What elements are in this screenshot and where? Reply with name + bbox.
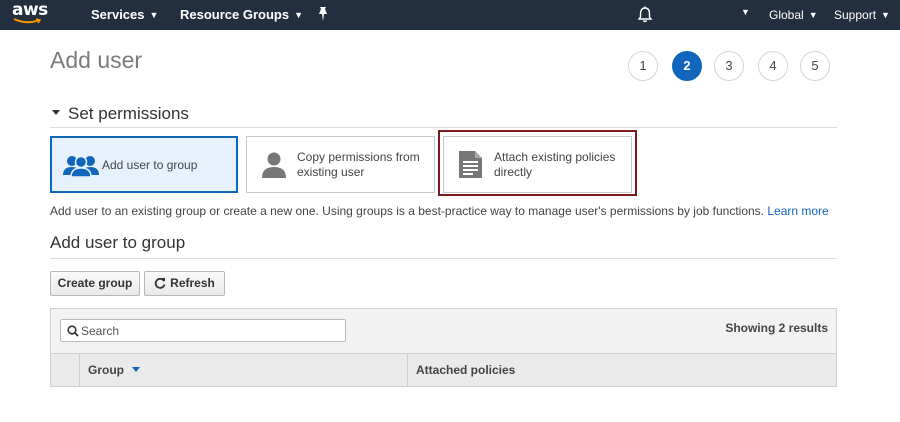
attached-policies-label: Attached policies xyxy=(416,363,516,377)
step-2[interactable]: 2 xyxy=(672,51,702,81)
aws-smile-icon xyxy=(13,18,42,24)
step-5[interactable]: 5 xyxy=(800,51,830,81)
step-3[interactable]: 3 xyxy=(714,51,744,81)
description-text: Add user to an existing group or create … xyxy=(50,204,764,218)
divider xyxy=(50,258,837,259)
permissions-description: Add user to an existing group or create … xyxy=(50,204,829,218)
table-toolbar: Showing 2 results xyxy=(51,309,836,354)
attached-policies-column-header[interactable]: Attached policies xyxy=(416,363,515,377)
chevron-down-icon: ▼ xyxy=(808,10,818,20)
group-column-header[interactable]: Group xyxy=(88,363,140,377)
refresh-icon xyxy=(154,277,166,289)
support-menu[interactable]: Support ▼ xyxy=(834,8,890,24)
chevron-down-icon: ▼ xyxy=(881,10,890,20)
option-add-user-to-group[interactable]: Add user to group xyxy=(50,136,238,193)
aws-logo[interactable]: aws xyxy=(12,1,48,19)
refresh-button[interactable]: Refresh xyxy=(144,271,225,296)
option-label: Copy permissions from existing user xyxy=(297,150,420,179)
chevron-down-icon: ▼ xyxy=(149,10,159,20)
refresh-label: Refresh xyxy=(170,276,215,290)
resource-groups-menu[interactable]: Resource Groups ▼ xyxy=(180,7,303,24)
top-nav: aws Services ▼ Resource Groups ▼ ▼ Global ▼… xyxy=(0,0,900,30)
learn-more-link[interactable]: Learn more xyxy=(767,204,828,218)
option-label: Add user to group xyxy=(102,158,198,172)
bell-icon[interactable] xyxy=(637,6,653,23)
pin-icon[interactable] xyxy=(316,6,330,22)
column-separator xyxy=(407,354,408,386)
services-menu[interactable]: Services ▼ xyxy=(91,7,158,24)
region-label: Global xyxy=(769,8,804,22)
support-label: Support xyxy=(834,8,877,22)
chevron-down-icon: ▼ xyxy=(294,10,304,20)
sort-down-icon xyxy=(132,367,140,373)
select-column-header xyxy=(51,354,80,386)
table-header: Group Attached policies xyxy=(51,354,836,386)
add-user-to-group-heading: Add user to group xyxy=(50,233,186,252)
option-copy-permissions[interactable]: Copy permissions from existing user xyxy=(246,136,435,193)
create-group-button[interactable]: Create group xyxy=(50,271,140,296)
group-icon xyxy=(63,155,99,177)
region-menu[interactable]: Global ▼ xyxy=(769,8,818,24)
highlight-frame xyxy=(438,130,637,196)
user-icon xyxy=(262,152,286,178)
set-permissions-toggle[interactable]: Set permissions xyxy=(52,104,189,124)
search-icon xyxy=(67,325,79,337)
step-1[interactable]: 1 xyxy=(628,51,658,81)
divider xyxy=(50,127,837,128)
results-count: Showing 2 results xyxy=(725,321,828,335)
group-column-label: Group xyxy=(88,363,124,377)
search-box[interactable] xyxy=(60,319,346,342)
create-group-label: Create group xyxy=(57,276,133,290)
account-menu-chevron-icon[interactable]: ▼ xyxy=(741,7,750,17)
set-permissions-heading: Set permissions xyxy=(68,104,189,123)
step-4[interactable]: 4 xyxy=(758,51,788,81)
collapse-caret-icon xyxy=(52,110,60,116)
page-title: Add user xyxy=(50,47,143,73)
groups-table: Showing 2 results Group Attached policie… xyxy=(50,308,837,387)
services-label: Services xyxy=(91,7,145,22)
search-input[interactable] xyxy=(81,322,341,339)
resource-groups-label: Resource Groups xyxy=(180,7,290,22)
